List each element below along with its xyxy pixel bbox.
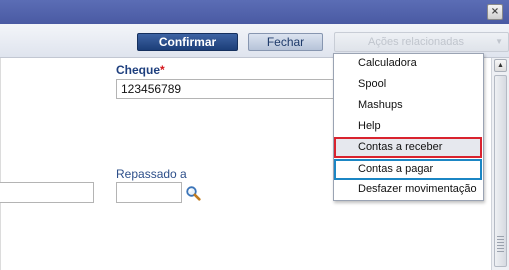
menu-item-help[interactable]: Help [334, 117, 483, 138]
related-actions-label: Ações relacionadas [368, 36, 465, 48]
related-actions-menu: Calculadora Spool Mashups Help Contas a … [333, 53, 484, 201]
cheque-label: Cheque* [116, 63, 165, 77]
cheque-label-text: Cheque [116, 63, 161, 77]
related-actions-dropdown[interactable]: Ações relacionadas ▼ [334, 32, 509, 52]
window-titlebar: × [0, 0, 509, 24]
scroll-up-button[interactable]: ▲ [494, 59, 507, 72]
menu-item-calculadora[interactable]: Calculadora [334, 54, 483, 75]
close-button[interactable]: Fechar [248, 33, 323, 51]
required-mark: * [160, 63, 165, 77]
menu-item-mashups[interactable]: Mashups [334, 96, 483, 117]
cheque-input[interactable]: 123456789 [116, 79, 336, 99]
chevron-down-icon: ▼ [495, 37, 503, 46]
close-window-button[interactable]: × [487, 4, 503, 20]
menu-item-contas-a-receber[interactable]: Contas a receber [334, 137, 482, 158]
repassado-input[interactable] [116, 182, 182, 203]
repassado-label: Repassado a [116, 167, 187, 181]
menu-item-spool[interactable]: Spool [334, 75, 483, 96]
scrollbar-thumb[interactable] [494, 75, 507, 267]
partial-text-field[interactable] [0, 182, 94, 203]
search-icon[interactable] [185, 185, 201, 201]
vertical-scrollbar[interactable]: ▲ [491, 58, 509, 270]
confirm-button[interactable]: Confirmar [137, 33, 238, 51]
menu-item-contas-a-pagar[interactable]: Contas a pagar [334, 159, 482, 180]
menu-item-desfazer-movimentacao[interactable]: Desfazer movimentação [334, 180, 483, 201]
scrollbar-grip [497, 236, 504, 254]
